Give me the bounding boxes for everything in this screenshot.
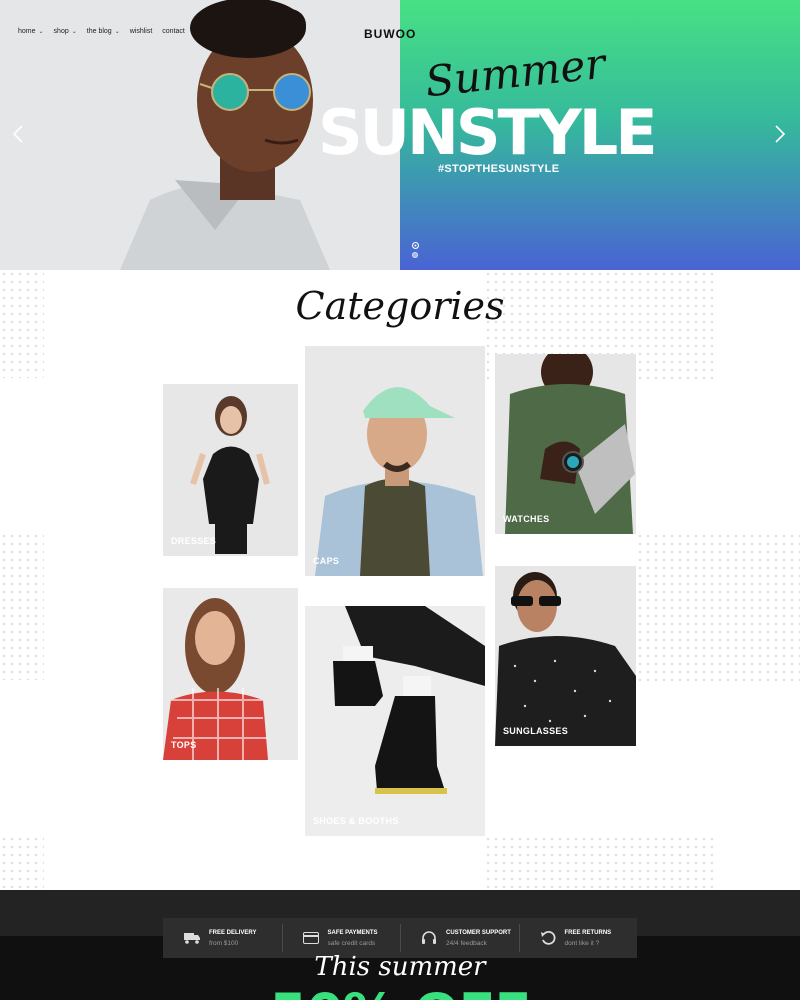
category-card-sunglasses[interactable]: SUNGLASSES xyxy=(495,566,636,746)
category-card-watches[interactable]: WATCHES xyxy=(495,354,636,534)
nav-label: home xyxy=(18,28,36,35)
feature-subtitle: dont like it ? xyxy=(564,939,600,947)
feature-subtitle: from $100 xyxy=(209,939,239,947)
nav-contact[interactable]: contact xyxy=(162,28,185,35)
category-label: SHOES & BOOTHS xyxy=(313,816,399,826)
credit-card-icon xyxy=(302,929,320,947)
caps-image xyxy=(305,346,485,576)
feature-subtitle: 24/4 feedback xyxy=(446,939,487,947)
category-card-caps[interactable]: CAPS xyxy=(305,346,485,576)
feature-title: FREE DELIVERY xyxy=(209,929,257,936)
category-card-shoes[interactable]: SHOES & BOOTHS xyxy=(305,606,485,836)
headphones-icon xyxy=(420,929,438,947)
nav-the-blog[interactable]: the blog ⌄ xyxy=(87,28,120,35)
feature-title: CUSTOMER SUPPORT xyxy=(446,929,511,936)
chevron-left-icon[interactable] xyxy=(12,124,24,150)
feature-title: FREE RETURNS xyxy=(564,929,612,936)
truck-icon xyxy=(183,929,201,947)
category-card-dresses[interactable]: DRESSES xyxy=(163,384,298,556)
sunglasses-image xyxy=(495,566,636,746)
promo-headline: 50% OFF xyxy=(0,982,800,1000)
brand-logo[interactable]: BUWOO xyxy=(364,27,416,41)
category-label: WATCHES xyxy=(503,514,550,524)
nav-label: contact xyxy=(162,28,185,35)
categories-title: Categories xyxy=(295,284,505,328)
categories-section: Categories DRESSES CAPS WATCHES TOPS SHO… xyxy=(0,270,800,890)
category-card-tops[interactable]: TOPS xyxy=(163,588,298,760)
chevron-down-icon: ⌄ xyxy=(71,29,77,35)
chevron-right-icon[interactable] xyxy=(774,124,786,150)
watches-image xyxy=(495,354,636,534)
hero-headline: SUNSTYLE xyxy=(318,96,658,169)
dot-pattern xyxy=(636,532,800,682)
tops-image xyxy=(163,588,298,760)
dresses-image xyxy=(163,384,298,556)
category-label: TOPS xyxy=(171,740,197,750)
dot-pattern xyxy=(0,835,44,890)
category-label: SUNGLASSES xyxy=(503,726,569,736)
category-label: CAPS xyxy=(313,556,340,566)
feature-subtitle: safe credit cards xyxy=(327,939,376,947)
nav-wishlist[interactable]: wishlist xyxy=(130,28,153,35)
nav-home[interactable]: home ⌄ xyxy=(18,28,44,35)
chevron-down-icon: ⌄ xyxy=(114,29,120,35)
nav-label: shop xyxy=(53,28,69,35)
shoes-image xyxy=(305,606,485,836)
slider-dots xyxy=(412,242,419,258)
nav-label: the blog xyxy=(86,28,112,35)
hero-hashtag: #STOPTHESUNSTYLE xyxy=(438,163,560,175)
hero-slider: home ⌄ shop ⌄ the blog ⌄ wishlist contac… xyxy=(0,0,800,270)
slider-dot[interactable] xyxy=(412,252,418,258)
dot-pattern xyxy=(484,835,716,890)
feature-title: SAFE PAYMENTS xyxy=(327,929,378,936)
nav-shop[interactable]: shop ⌄ xyxy=(54,28,77,35)
dot-pattern xyxy=(0,532,44,680)
nav-label: wishlist xyxy=(129,28,153,35)
refresh-icon xyxy=(539,929,557,947)
category-label: DRESSES xyxy=(171,536,217,546)
main-nav: home ⌄ shop ⌄ the blog ⌄ wishlist contac… xyxy=(18,28,185,35)
chevron-down-icon: ⌄ xyxy=(38,29,44,35)
promo-script-title: This summer xyxy=(314,952,486,982)
slider-dot-active[interactable] xyxy=(412,242,419,249)
